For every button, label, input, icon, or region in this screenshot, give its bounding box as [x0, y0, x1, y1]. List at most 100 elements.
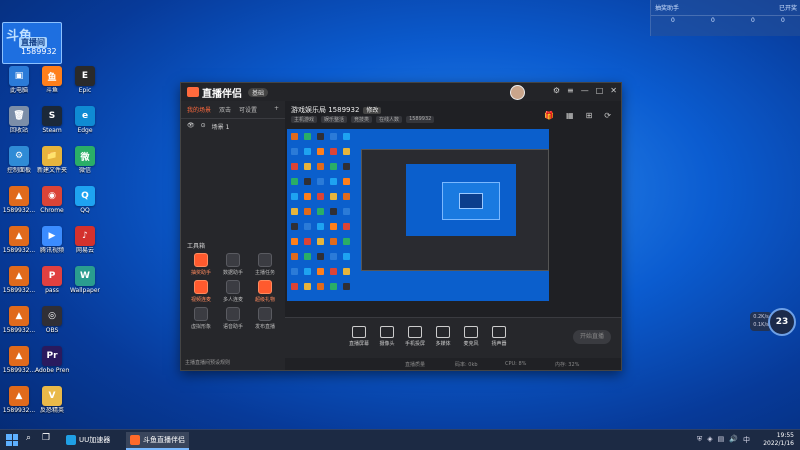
room-tag[interactable]: 竞技类: [351, 116, 373, 123]
titlebar[interactable]: 直播伴侣 基础 ⚙ ≡ — □ ✕: [181, 83, 621, 101]
desktop-icon[interactable]: ▲ 1589932...: [2, 346, 36, 374]
taskbar-app-button[interactable]: 斗鱼直播伴侣: [126, 432, 189, 450]
desktop-icon[interactable]: W Wallpaper: [68, 266, 102, 294]
live-companion-window[interactable]: 直播伴侣 基础 ⚙ ≡ — □ ✕ 我的场景 双击 可设置 + 👁 ⊙ 场景 1…: [180, 82, 622, 371]
tray-shield-icon[interactable]: ⛨: [697, 435, 702, 445]
preview-mini-icon: [317, 253, 324, 260]
room-tag[interactable]: 1589932: [406, 116, 435, 123]
tool-item[interactable]: 视频连麦: [185, 280, 217, 303]
desktop-icon[interactable]: PrAdobe Premiere: [35, 346, 69, 374]
task-view-icon[interactable]: ❐: [42, 433, 50, 443]
desktop-icon[interactable]: V 反恐精英: [35, 386, 69, 414]
source-button[interactable]: 麦克风: [457, 326, 485, 347]
tab-settings[interactable]: 可设置: [239, 105, 257, 114]
eye-icon[interactable]: 👁: [187, 122, 195, 131]
taskbar: ⌕ ❐ UU加速器 斗鱼直播伴侣 ⛨ ◈ ▤ 🔊 中 19:55 2022/1/1…: [0, 429, 800, 450]
tool-item[interactable]: 多人连麦: [217, 280, 249, 303]
source-button[interactable]: 直播屏幕: [345, 326, 373, 347]
lottery-widget: 抽奖助手 已开奖 0 0 0 0: [650, 0, 800, 36]
tool-item[interactable]: 抽奖助手: [185, 253, 217, 276]
app-icon: S: [42, 106, 62, 126]
source-bar: 开始直播 直播屏幕 摄像头 手机投屏 多媒体 麦克风 扬声器: [285, 317, 621, 358]
gift-icon[interactable]: 🎁: [544, 111, 554, 120]
desktop-icon[interactable]: ▲ 1589932...: [2, 306, 36, 334]
desktop-icon[interactable]: ◎ OBS: [35, 306, 69, 334]
preview-mini-icon: [330, 238, 337, 245]
tool-item[interactable]: 数据助手: [217, 253, 249, 276]
tab-double[interactable]: 双击: [219, 105, 231, 114]
lock-icon[interactable]: ⊙: [201, 122, 206, 131]
desktop-icon[interactable]: 微微信: [68, 146, 102, 174]
tool-item[interactable]: 主播任务: [249, 253, 281, 276]
scene-icon[interactable]: ▦: [566, 111, 574, 120]
source-icon: [464, 326, 478, 338]
app-icon: Pr: [42, 346, 62, 366]
rotate-icon[interactable]: ⟳: [604, 111, 611, 120]
room-tag[interactable]: 在线人数: [376, 116, 403, 123]
tray-network-icon[interactable]: ▤: [718, 435, 725, 445]
desktop-icon[interactable]: E Epic: [68, 66, 102, 94]
live-room-badge[interactable]: 斗鱼 直播间 1589932: [2, 22, 62, 64]
desktop-icon[interactable]: ♪ 网易云: [68, 226, 102, 254]
desktop-icon[interactable]: ⚙ 控制面板: [2, 146, 36, 174]
desktop-icon[interactable]: 📁 新建文件夹: [35, 146, 69, 174]
source-button[interactable]: 扬声器: [485, 326, 513, 347]
source-button[interactable]: 摄像头: [373, 326, 401, 347]
source-button[interactable]: 多媒体: [429, 326, 457, 347]
preview-mini-icon: [304, 193, 311, 200]
tool-item[interactable]: 发布直播: [249, 307, 281, 330]
widget-count-d: 0: [781, 17, 785, 24]
taskbar-app-label: UU加速器: [79, 436, 111, 444]
add-scene-icon[interactable]: +: [274, 105, 279, 114]
desktop-icon[interactable]: 🗑 回收站: [2, 106, 36, 134]
source-icon: [352, 326, 366, 338]
menu-icon[interactable]: ≡: [567, 86, 574, 95]
desktop-icon[interactable]: ▶ 腾讯视频: [35, 226, 69, 254]
desktop-icon[interactable]: ▲ 1589932...: [2, 386, 36, 414]
tray-ime-icon[interactable]: 中: [743, 435, 750, 445]
desktop-icon[interactable]: ▲ 1589932...: [2, 226, 36, 254]
scene-item[interactable]: 👁 ⊙ 场景 1: [181, 119, 285, 134]
source-label: 多媒体: [435, 341, 451, 347]
tray-volume-icon[interactable]: 🔊: [729, 435, 738, 445]
desktop-icon[interactable]: ▣ 此电脑: [2, 66, 36, 94]
preview-mini-icon: [304, 238, 311, 245]
speed-ball[interactable]: 23: [768, 308, 796, 336]
close-icon[interactable]: ✕: [610, 86, 617, 95]
settings-icon[interactable]: ⚙: [553, 86, 560, 95]
taskbar-app-button[interactable]: UU加速器: [62, 432, 114, 448]
tool-item[interactable]: 超级礼物: [249, 280, 281, 303]
tab-my-scene[interactable]: 我的场景: [187, 105, 211, 114]
desktop-icon[interactable]: ◉ Chrome: [35, 186, 69, 214]
tray-app-icon[interactable]: ◈: [707, 435, 712, 445]
preview-mini-icon: [317, 163, 324, 170]
desktop-icon[interactable]: 鱼斗鱼: [35, 66, 69, 94]
desktop-icon[interactable]: Q QQ: [68, 186, 102, 214]
windows-start-icon[interactable]: [6, 434, 18, 446]
tool-label: 抽奖助手: [190, 270, 211, 276]
desktop-icon[interactable]: e Edge: [68, 106, 102, 134]
room-tag[interactable]: 娱乐整活: [321, 116, 348, 123]
room-tags: 主机游戏 娱乐整活 竞技类 在线人数 1589932: [291, 116, 435, 123]
desktop-icon[interactable]: Ppass: [35, 266, 69, 294]
edit-room-button[interactable]: 修改: [363, 107, 382, 114]
tool-item[interactable]: 虚拟形象: [185, 307, 217, 330]
left-footer[interactable]: 主播直播间预设规则: [185, 359, 230, 366]
source-button[interactable]: 手机投屏: [401, 326, 429, 347]
desktop-icon[interactable]: ▲ 1589932...: [2, 266, 36, 294]
stream-preview[interactable]: [287, 129, 549, 301]
grid-icon[interactable]: ⊞: [586, 111, 593, 120]
room-tag[interactable]: 主机游戏: [291, 116, 318, 123]
go-live-button[interactable]: 开始直播: [573, 330, 611, 344]
clock[interactable]: 19:55 2022/1/16: [763, 432, 794, 448]
maximize-icon[interactable]: □: [596, 86, 604, 95]
search-icon[interactable]: ⌕: [26, 433, 31, 443]
minimize-icon[interactable]: —: [581, 86, 589, 95]
app-icon: ◎: [42, 306, 62, 326]
plan-tag[interactable]: 基础: [248, 87, 269, 97]
avatar[interactable]: [510, 85, 525, 100]
desktop-icon[interactable]: S Steam: [35, 106, 69, 134]
desktop-icon[interactable]: ▲ 1589932...: [2, 186, 36, 214]
app-icon: ⚙: [9, 146, 29, 166]
tool-item[interactable]: 语音助手: [217, 307, 249, 330]
